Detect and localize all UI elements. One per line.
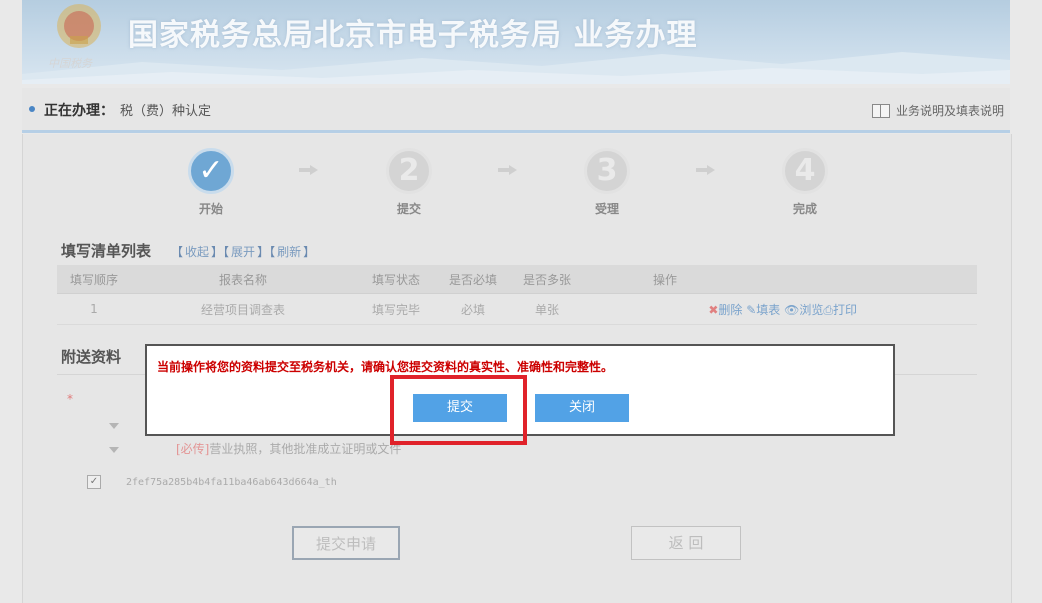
highlight-box [390,375,527,445]
file-name[interactable]: 2fef75a285b4b4fa11ba46ab643d664a_th [126,477,337,488]
print-link[interactable]: 打印 [833,303,857,317]
step-start: ✓ 开始 [185,148,237,217]
help-link[interactable]: 业务说明及填表说明 [871,102,1004,119]
confirm-message: 当前操作将您的资料提交至税务机关，请确认您提交资料的真实性、准确性和完整性。 [157,360,614,374]
step-accept: 3 受理 [581,148,633,217]
cell-required: 必填 [437,293,509,325]
emblem-caption: 中国税务 [48,57,92,70]
cell-status: 填写完毕 [355,293,437,325]
pencil-icon: ✎ [746,302,757,317]
attachments-title: 附送资料 [61,348,122,366]
step-label: 受理 [594,202,619,216]
step-number: 4 [782,148,828,194]
step-submit: 2 提交 [383,148,435,217]
delete-link[interactable]: 删除 [718,303,742,317]
step-label: 开始 [198,202,223,216]
form-list-table: 填写顺序 报表名称 填写状态 是否必填 是否多张 操作 1 经营项目调查表 填写… [57,265,977,325]
attachment-item: [必传]营业执照，其他批准成立证明或文件 [176,440,401,457]
column-header: 是否多张 [509,265,585,294]
step-label: 提交 [396,202,421,216]
submit-application-button[interactable]: 提交申请 [292,526,400,560]
header-banner: 中国税务 国家税务总局北京市电子税务局 业务办理 [22,0,1010,84]
arrow-right-icon [299,165,319,175]
table-row: 1 经营项目调查表 填写完毕 必填 单张 ✖删除 ✎填表 👁浏览⎙打印 [57,293,977,325]
required-tag: [必传] [176,442,210,456]
file-checkbox[interactable]: ✓ [87,475,101,489]
help-label: 业务说明及填表说明 [895,104,1004,118]
column-header: 填写状态 [355,265,437,294]
check-icon: ✓ [188,148,234,194]
step-number: 2 [386,148,432,194]
column-header: 操作 [585,265,977,294]
back-button[interactable]: 返 回 [631,526,741,560]
step-label: 完成 [792,202,817,216]
step-complete: 4 完成 [779,148,831,217]
form-list-title: 填写清单列表 [61,242,152,260]
collapse-link[interactable]: 收起 [185,245,209,259]
page-title: 国家税务总局北京市电子税务局 业务办理 [128,18,698,53]
refresh-link[interactable]: 刷新 [277,245,301,259]
breadcrumb: 正在办理： 税（费）种认定 业务说明及填表说明 [22,88,1010,133]
cell-multiple: 单张 [509,293,585,325]
eye-icon: 👁 [784,302,800,317]
tax-emblem-icon [57,4,101,48]
cell-ops: ✖删除 ✎填表 👁浏览⎙打印 [585,293,977,325]
required-mark: * [67,392,73,406]
browse-link[interactable]: 浏览 [799,303,823,317]
breadcrumb-label: 正在办理： [44,103,114,119]
bullet-icon [29,106,35,112]
arrow-right-icon [498,165,518,175]
step-number: 3 [584,148,630,194]
dialog-close-button[interactable]: 关闭 [535,394,629,422]
printer-icon: ⎙ [823,302,833,317]
arrow-right-icon [696,165,716,175]
breadcrumb-value: 税（费）种认定 [120,104,212,119]
cell-name: 经营项目调查表 [131,293,355,325]
cell-order: 1 [57,293,131,325]
column-header: 报表名称 [131,265,355,294]
expand-link[interactable]: 展开 [231,245,255,259]
attachment-name: 营业执照，其他批准成立证明或文件 [209,442,402,456]
book-icon [871,103,890,118]
fill-link[interactable]: 填表 [756,303,780,317]
expand-triangle-icon[interactable] [109,447,119,453]
column-header: 填写顺序 [57,265,131,294]
form-list-actions: 【收起 】【 展开 】【 刷新】 [171,245,316,259]
expand-triangle-icon[interactable] [109,423,119,429]
delete-icon: ✖ [708,302,719,317]
column-header: 是否必填 [437,265,509,294]
